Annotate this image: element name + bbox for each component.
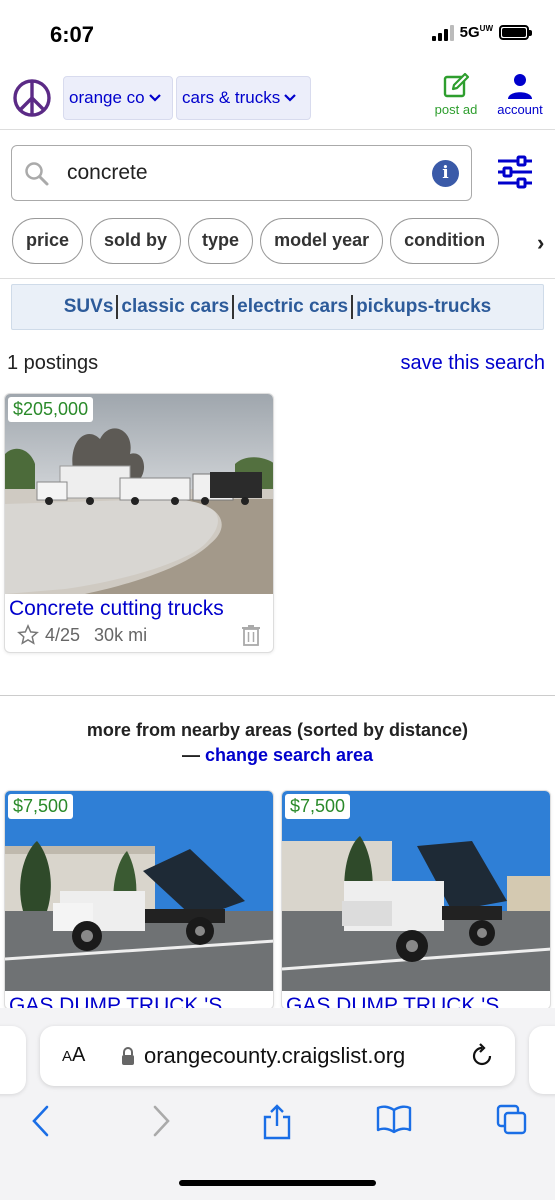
reader-settings-button[interactable]: AA <box>62 1044 85 1067</box>
address-bar[interactable]: AA orangecounty.craigslist.org <box>40 1026 515 1086</box>
separator <box>116 295 119 319</box>
truck-lot-photo <box>5 394 273 594</box>
posting-photo[interactable]: $205,000 <box>5 394 273 594</box>
filter-chip-model-year[interactable]: model year <box>260 218 384 264</box>
network-label: 5GUW <box>459 24 493 41</box>
status-bar: 6:07 5GUW <box>0 0 555 66</box>
previous-tab-preview[interactable] <box>0 1026 26 1094</box>
filter-sliders-icon[interactable] <box>496 155 534 189</box>
nearby-posting-card[interactable]: $7,500 GAS DUMP TRUCK 'S <box>281 790 551 1010</box>
site-header: orange co cars & trucks post ad account <box>0 66 555 130</box>
search-input[interactable] <box>67 156 427 190</box>
lock-icon <box>122 1047 134 1065</box>
link-classic-cars[interactable]: classic cars <box>121 296 229 318</box>
info-icon[interactable]: i <box>432 160 459 187</box>
link-pickups-trucks[interactable]: pickups-trucks <box>356 296 491 318</box>
peace-logo-icon[interactable] <box>12 78 52 118</box>
posting-title[interactable]: Concrete cutting trucks <box>5 594 273 621</box>
post-ad-label: post ad <box>434 102 478 117</box>
reload-icon[interactable] <box>469 1043 495 1069</box>
results-count: 1 postings <box>7 352 99 374</box>
status-indicators: 5GUW <box>431 24 532 41</box>
dump-truck-photo <box>282 791 550 991</box>
battery-icon <box>499 25 532 40</box>
search-icon <box>25 162 49 186</box>
subcategory-links: SUVs classic cars electric cars pickups-… <box>11 284 544 330</box>
price-tag: $7,500 <box>285 794 351 819</box>
edit-icon <box>443 72 470 98</box>
change-search-area-link[interactable]: change search area <box>205 745 373 765</box>
chevron-right-icon[interactable]: › <box>537 230 544 256</box>
link-suvs[interactable]: SUVs <box>64 296 114 318</box>
forward-icon[interactable] <box>150 1104 172 1138</box>
chevron-down-icon <box>148 94 161 102</box>
posting-meta: 4/25 30k mi <box>5 621 273 652</box>
section-divider <box>0 695 555 696</box>
category-label: cars & trucks <box>182 88 281 107</box>
nearby-areas-heading: more from nearby areas (sorted by distan… <box>0 718 555 768</box>
filter-chip-condition[interactable]: condition <box>390 218 500 264</box>
price-tag: $205,000 <box>8 397 94 422</box>
status-time: 6:07 <box>50 22 95 47</box>
separator <box>351 295 354 319</box>
bookmarks-icon[interactable] <box>376 1104 412 1134</box>
separator <box>232 295 235 319</box>
signal-icon <box>431 24 454 41</box>
user-icon <box>508 74 532 99</box>
tabs-icon[interactable] <box>496 1104 528 1136</box>
dump-truck-photo <box>5 791 273 991</box>
nearby-heading-text: more from nearby areas (sorted by distan… <box>86 720 469 740</box>
posting-date: 4/25 <box>45 624 81 645</box>
posting-card[interactable]: $205,000 Concrete cutting trucks 4/25 30… <box>4 393 274 653</box>
price-tag: $7,500 <box>8 794 74 819</box>
divider <box>0 278 555 279</box>
filter-chips: price sold by type model year condition <box>12 218 555 264</box>
nearby-posting-card[interactable]: $7,500 GAS DUMP TRUCK 'S <box>4 790 274 1010</box>
save-search-link[interactable]: save this search <box>400 352 545 375</box>
location-label: orange co <box>69 88 145 107</box>
post-ad-button[interactable]: post ad <box>430 72 482 117</box>
link-electric-cars[interactable]: electric cars <box>237 296 348 318</box>
back-icon[interactable] <box>30 1104 52 1138</box>
search-bar: i <box>11 145 472 201</box>
posting-mileage: 30k mi <box>94 624 148 645</box>
home-indicator <box>179 1180 376 1186</box>
next-tab-preview[interactable] <box>529 1026 555 1094</box>
browser-nav-bar <box>0 1098 555 1148</box>
posting-photo[interactable]: $7,500 <box>282 791 550 991</box>
filter-chip-type[interactable]: type <box>188 218 254 264</box>
filter-chip-price[interactable]: price <box>12 218 84 264</box>
filter-chip-sold-by[interactable]: sold by <box>90 218 182 264</box>
url-text: orangecounty.craigslist.org <box>144 1043 406 1068</box>
posting-photo[interactable]: $7,500 <box>5 791 273 991</box>
location-selector[interactable]: orange co <box>63 76 173 120</box>
chevron-down-icon <box>284 94 297 102</box>
share-icon[interactable] <box>262 1104 292 1140</box>
account-label: account <box>497 102 543 117</box>
account-button[interactable]: account <box>492 72 548 117</box>
trash-icon[interactable] <box>241 624 261 646</box>
nearby-dash: — <box>181 745 200 765</box>
star-icon[interactable] <box>17 624 39 646</box>
category-selector[interactable]: cars & trucks <box>176 76 311 120</box>
